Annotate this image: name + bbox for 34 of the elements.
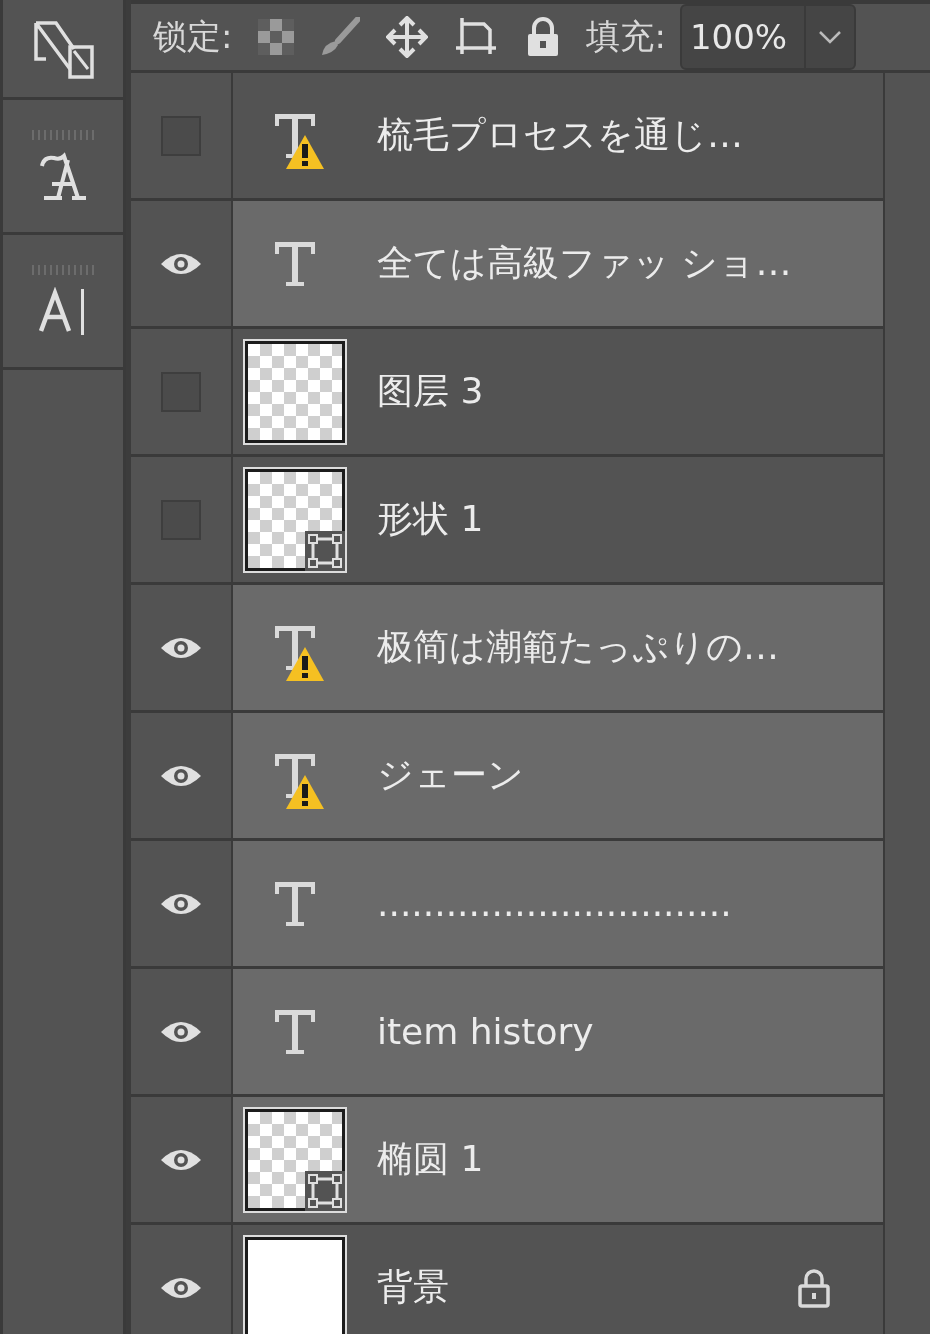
brush-icon[interactable] [320,17,361,57]
lock-transparent-icon[interactable] [258,19,295,55]
layer-row[interactable]: 椭圆 1 [233,1097,883,1222]
scrollbar-track[interactable] [883,73,930,1334]
type-layer-icon [273,111,317,160]
layer-name: 图层 3 [377,369,485,413]
character-icon[interactable] [39,287,87,337]
shape-badge-icon [305,1170,345,1211]
lock-icon[interactable] [526,17,561,57]
layer-row[interactable]: 极简は潮範たっぷりの… [233,585,883,710]
type-layer-icon [273,623,317,672]
type-layer-icon [273,879,317,928]
layer-name: ............................... [377,883,733,924]
layer-name: ジェーン [377,753,525,797]
layer-name: 椭圆 1 [377,1137,485,1181]
layer-row[interactable]: 全ては高級ファッ ショ… [233,201,883,326]
layer-name: 梳毛プロセスを通じ… [377,113,744,157]
layer-name: item history [377,1011,595,1052]
layer-name: 背景 [377,1265,450,1309]
fill-field[interactable]: 100% [679,4,856,70]
layer-row[interactable]: ジェーン [233,713,883,838]
move-icon[interactable] [386,16,429,58]
glyphs-icon[interactable] [38,152,88,202]
layer-name: 全ては高級ファッ ショ… [377,241,793,285]
type-layer-icon [273,239,317,288]
layer-name: 极简は潮範たっぷりの… [377,625,780,669]
type-layer-icon [273,751,317,800]
fill-label: 填充: [586,15,666,58]
layer-row[interactable]: ............................... [233,841,883,966]
type-layer-icon [273,1007,317,1056]
layer-row[interactable]: item history [233,969,883,1094]
layer-name: 形状 1 [377,497,485,541]
lock-label: 锁定: [153,15,233,58]
shape-badge-icon [305,530,345,571]
